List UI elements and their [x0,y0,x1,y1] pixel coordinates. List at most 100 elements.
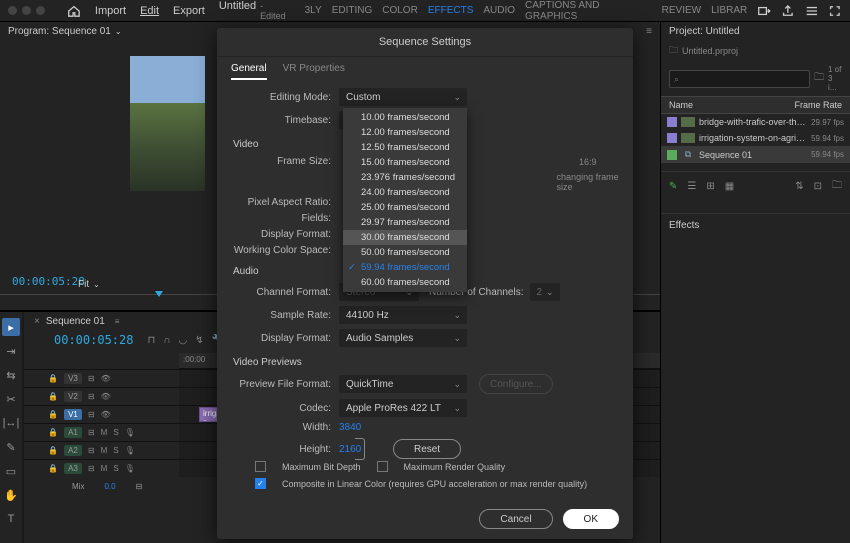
timebase-option[interactable]: 12.00 frames/second [343,125,467,140]
ws-tab[interactable]: CAPTIONS AND GRAPHICS [525,0,652,22]
type-tool[interactable]: T [2,510,20,528]
slip-tool[interactable]: |↔| [2,414,20,432]
program-timecode[interactable]: 00:00:05:28 [12,275,85,288]
filter-icon[interactable]: 🗀 [814,70,824,87]
track-v1[interactable]: V1 [64,409,82,420]
height-input[interactable]: 2160 [339,444,361,455]
project-columns[interactable]: NameFrame Rate [661,96,850,114]
sort-icon[interactable]: ⇅ [795,181,803,192]
previews-section: Video Previews [233,357,619,368]
tab-vr[interactable]: VR Properties [283,63,345,80]
hand-tool[interactable]: ✋ [2,486,20,504]
ripple-tool[interactable]: ⇆ [2,366,20,384]
doc-title: Untitled [219,0,256,12]
timebase-option[interactable]: 25.00 frames/second [343,200,467,215]
nav-export[interactable]: Export [173,5,205,17]
razor-tool[interactable]: ✂ [2,390,20,408]
project-search-input[interactable] [669,70,810,88]
linked-selection-icon[interactable]: ∩ [163,335,170,346]
freeform-view-icon[interactable]: ▦ [725,181,734,192]
fullscreen-icon[interactable] [828,4,842,18]
folder-icon: 🗀 [669,43,678,59]
home-icon[interactable] [67,4,81,18]
icon-view-icon[interactable]: ⊞ [706,181,714,192]
rect-tool[interactable]: ▭ [2,462,20,480]
track-v2[interactable]: V2 [64,391,82,402]
display-format-a-label: Display Format: [231,333,339,344]
track-a1[interactable]: A1 [64,427,82,438]
ws-tab[interactable]: 3LY [305,5,322,16]
project-file[interactable]: Untitled.prproj [682,46,738,56]
track-a2[interactable]: A2 [64,445,82,456]
configure-button: Configure... [479,374,553,394]
settings-icon[interactable]: ↯ [195,335,203,346]
program-title: Program: Sequence 01 [8,26,111,37]
timebase-option[interactable]: 10.00 frames/second [343,110,467,125]
timebase-option[interactable]: 15.00 frames/second [343,155,467,170]
new-bin-icon[interactable]: 🗀 [832,178,842,195]
track-v3[interactable]: V3 [64,373,82,384]
share-icon[interactable] [781,4,795,18]
nav-import[interactable]: Import [95,5,126,17]
ws-tab[interactable]: AUDIO [483,5,515,16]
ws-tab-effects[interactable]: EFFECTS [428,5,474,16]
nav-edit[interactable]: Edit [140,5,159,17]
workspace-menu-icon[interactable] [805,4,819,18]
pencil-icon[interactable]: ✎ [669,181,677,192]
selection-tool[interactable]: ▸ [2,318,20,336]
dialog-title: Sequence Settings [217,28,633,57]
timebase-option[interactable]: 23.976 frames/second [343,170,467,185]
ws-tab[interactable]: COLOR [382,5,418,16]
tab-general[interactable]: General [231,63,267,80]
marker-icon[interactable]: ◡ [178,335,187,346]
zoom-fit-select[interactable]: Fit⌄ [78,279,100,290]
mix-value[interactable]: 0.0 [104,482,115,491]
timebase-option[interactable]: 29.97 frames/second [343,215,467,230]
preview-format-select[interactable]: QuickTime [339,375,467,393]
width-input[interactable]: 3840 [339,422,361,433]
max-bit-depth-checkbox[interactable] [255,461,266,472]
mix-label: Mix [72,482,84,491]
pen-tool[interactable]: ✎ [2,438,20,456]
timebase-option[interactable]: 60.00 frames/second [343,275,467,290]
timebase-option[interactable]: 50.00 frames/second [343,245,467,260]
sequence-tab[interactable]: Sequence 01 [46,316,105,327]
snap-icon[interactable]: ⊓ [147,335,155,346]
ws-tab[interactable]: REVIEW [662,5,701,16]
auto-scale-icon[interactable]: ⊡ [814,181,822,192]
sample-rate-label: Sample Rate: [231,310,339,321]
max-render-checkbox[interactable] [377,461,388,472]
clip-thumb-icon [681,117,695,127]
effects-panel-header[interactable]: Effects [661,213,850,237]
composite-linear-checkbox[interactable]: ✓ [255,478,266,489]
panel-menu-icon[interactable]: ⌄ [115,27,122,36]
height-label: Height: [231,444,339,455]
list-view-icon[interactable]: ☰ [687,181,696,192]
project-item-sequence[interactable]: ⧉Sequence 0159.94 fps [661,146,850,163]
track-select-tool[interactable]: ⇥ [2,342,20,360]
cancel-button[interactable]: Cancel [479,509,552,529]
video-preview[interactable] [130,56,205,191]
project-item[interactable]: bridge-with-trafic-over-the-r29.97 fps [661,114,850,130]
timeline-timecode[interactable]: 00:00:05:28 [54,333,133,347]
window-traffic-lights[interactable] [8,6,45,15]
project-item[interactable]: irrigation-system-on-agricult59.94 fps [661,130,850,146]
timebase-option[interactable]: 59.94 frames/second [343,260,467,275]
codec-select[interactable]: Apple ProRes 422 LT [339,399,467,417]
ws-tab[interactable]: LIBRAR [711,5,747,16]
quick-export-icon[interactable] [757,4,771,18]
composite-linear-label: Composite in Linear Color (requires GPU … [282,479,587,489]
reset-button[interactable]: Reset [393,439,461,459]
timebase-option[interactable]: 24.00 frames/second [343,185,467,200]
playhead-icon[interactable] [155,291,163,297]
workspace-tabs: 3LY EDITING COLOR EFFECTS AUDIO CAPTIONS… [305,0,842,22]
timebase-option[interactable]: 30.00 frames/second [343,230,467,245]
editing-mode-select[interactable]: Custom [339,88,467,106]
ws-tab[interactable]: EDITING [332,5,373,16]
sample-rate-select[interactable]: 44100 Hz [339,306,467,324]
track-a3[interactable]: A3 [64,463,82,474]
track-lock-icon[interactable]: 🔒 [48,374,58,383]
ok-button[interactable]: OK [563,509,619,529]
timebase-option[interactable]: 12.50 frames/second [343,140,467,155]
display-format-a-select[interactable]: Audio Samples [339,329,467,347]
